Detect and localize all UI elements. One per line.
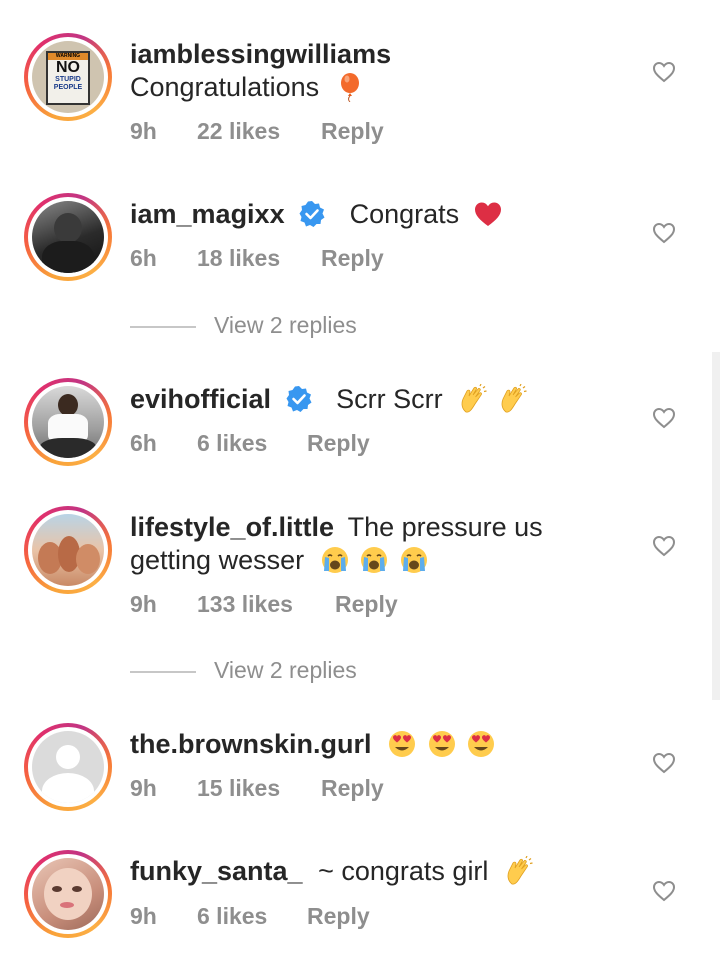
heart-eyes-icon (389, 731, 416, 757)
comment-username[interactable]: evihofficial (130, 384, 271, 414)
comment-time: 9h (130, 118, 157, 144)
comment-likes[interactable]: 133 likes (197, 591, 293, 618)
like-heart-icon[interactable] (652, 751, 676, 775)
comment-text: The pressure us (347, 512, 543, 542)
verified-badge-icon (286, 386, 312, 412)
clapping-hands-icon (507, 856, 533, 885)
comment-username[interactable]: iamblessingwilliams (130, 39, 391, 69)
scrollbar[interactable] (712, 352, 720, 700)
comment-time: 9h (130, 903, 157, 929)
reply-button[interactable]: Reply (321, 118, 384, 145)
view-replies-label: View 2 replies (214, 657, 357, 683)
like-heart-icon[interactable] (652, 60, 676, 84)
comment-username[interactable]: the.brownskin.gurl (130, 729, 372, 759)
comment-username[interactable]: lifestyle_of.little (130, 512, 334, 542)
reply-button[interactable]: Reply (307, 430, 370, 457)
loudly-crying-face-icon (361, 547, 388, 573)
view-replies-button[interactable]: View 2 replies (130, 657, 430, 687)
like-heart-icon[interactable] (652, 406, 676, 430)
comment-text-continued: getting wesser (130, 545, 305, 575)
comment-likes[interactable]: 6 likes (197, 903, 267, 930)
comment-time: 9h (130, 591, 157, 617)
comment-likes[interactable]: 18 likes (197, 245, 280, 272)
avatar[interactable] (24, 723, 112, 811)
comment-username[interactable]: funky_santa_ (130, 856, 303, 886)
avatar[interactable]: WARNING NO STUPID PEOPLE (24, 33, 112, 121)
reply-button[interactable]: Reply (307, 903, 370, 930)
reply-button[interactable]: Reply (321, 245, 384, 272)
like-heart-icon[interactable] (652, 221, 676, 245)
loudly-crying-face-icon (321, 547, 348, 573)
avatar[interactable] (24, 378, 112, 466)
avatar[interactable] (24, 193, 112, 281)
balloon-icon (340, 73, 359, 102)
view-replies-label: View 2 replies (214, 312, 357, 338)
heart-eyes-icon (428, 731, 455, 757)
comment-text: Congrats (349, 199, 460, 229)
comment-text: Scrr Scrr (336, 384, 443, 414)
comment-likes[interactable]: 15 likes (197, 775, 280, 802)
comment-time: 6h (130, 430, 157, 456)
comment-text: ~ congrats girl (318, 856, 489, 886)
like-heart-icon[interactable] (652, 534, 676, 558)
loudly-crying-face-icon (400, 547, 427, 573)
verified-badge-icon (299, 201, 325, 227)
comment-time: 9h (130, 775, 157, 801)
replies-divider (130, 326, 196, 328)
avatar[interactable] (24, 850, 112, 938)
reply-button[interactable]: Reply (321, 775, 384, 802)
like-heart-icon[interactable] (652, 879, 676, 903)
view-replies-button[interactable]: View 2 replies (130, 312, 430, 342)
heart-eyes-icon (468, 731, 495, 757)
comment-text: Congratulations (130, 72, 320, 102)
red-heart-icon (474, 202, 501, 226)
avatar[interactable] (24, 506, 112, 594)
clapping-hands-icon (501, 384, 527, 413)
reply-button[interactable]: Reply (335, 591, 398, 618)
comment-likes[interactable]: 6 likes (197, 430, 267, 457)
clapping-hands-icon (461, 384, 487, 413)
comment-username[interactable]: iam_magixx (130, 199, 285, 229)
comment-likes[interactable]: 22 likes (197, 118, 280, 145)
comment-time: 6h (130, 245, 157, 271)
replies-divider (130, 671, 196, 673)
